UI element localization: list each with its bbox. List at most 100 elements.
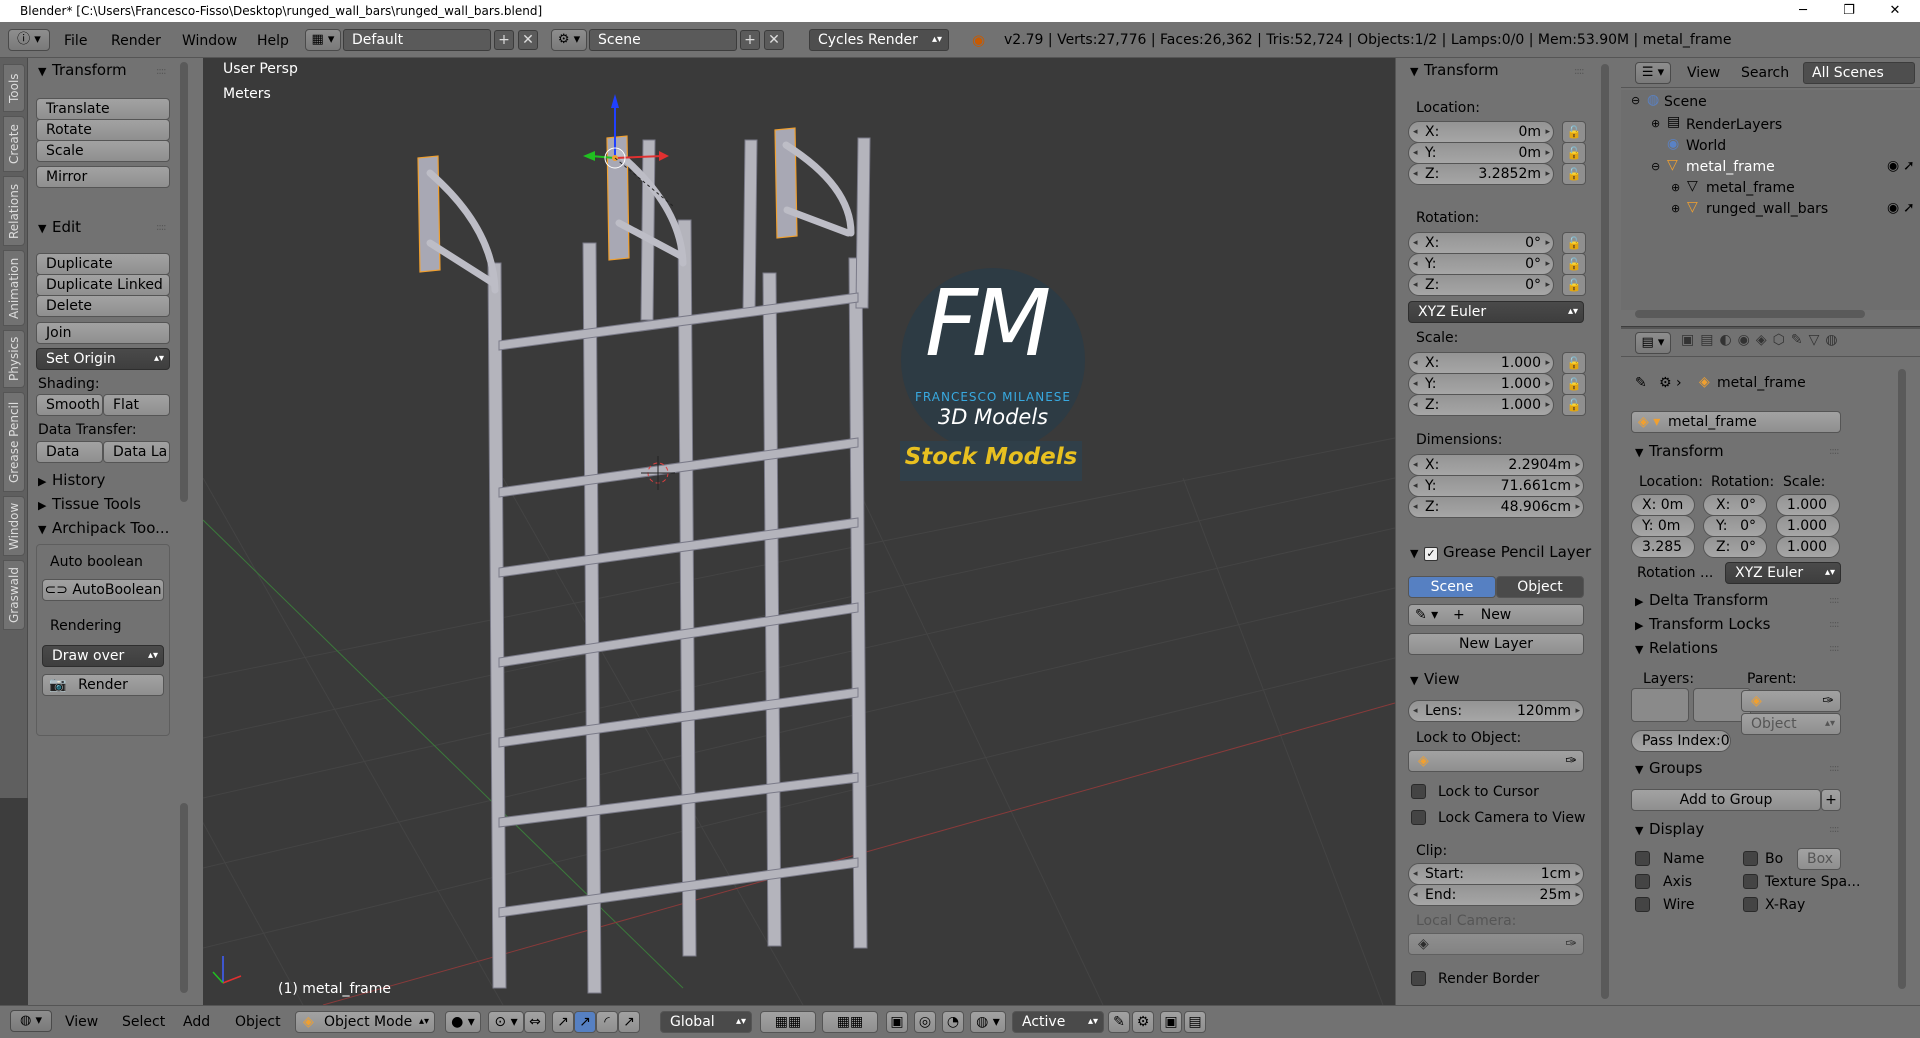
outliner-item-metal-frame[interactable]: metal_frame xyxy=(1686,159,1775,175)
drag-handle-icon[interactable]: :::: xyxy=(156,66,167,77)
render-button[interactable]: 📷 Render xyxy=(42,674,164,696)
flat-button[interactable]: Flat xyxy=(103,394,170,416)
display-wire-checkbox[interactable] xyxy=(1635,897,1650,912)
opengl-render-icon[interactable]: ⚙ xyxy=(1132,1011,1154,1033)
rotation-y-field[interactable]: ◂ Y: 0° ▸ xyxy=(1408,253,1554,275)
props-loc-x[interactable]: X: 0m xyxy=(1631,494,1695,516)
drag-handle-icon[interactable]: :::: xyxy=(1829,619,1840,630)
gp-new-layer-button[interactable]: New Layer xyxy=(1408,633,1584,655)
props-rot-y[interactable]: Y: 0° xyxy=(1703,515,1767,537)
close-icon[interactable]: ✕ xyxy=(1872,0,1918,22)
tab-create[interactable]: Create xyxy=(3,116,25,172)
render-engine-select[interactable]: Cycles Render ▴▾ xyxy=(809,29,949,51)
join-button[interactable]: Join xyxy=(36,322,170,344)
eyedropper-icon[interactable]: ✑ xyxy=(1565,751,1577,771)
scene-icon[interactable]: ⚙ ▾ xyxy=(551,29,587,51)
rotation-x-field[interactable]: ◂ X: 0° ▸ xyxy=(1408,232,1554,254)
drag-handle-icon[interactable]: :::: xyxy=(1829,763,1840,774)
history-panel-header[interactable]: ▶ History xyxy=(38,471,105,489)
menu-view[interactable]: View xyxy=(65,1014,98,1030)
clip-end-field[interactable]: ◂ End: 25m ▸ xyxy=(1408,884,1584,906)
location-x-field[interactable]: ◂ X: 0m ▸ xyxy=(1408,121,1554,143)
tool-shelf-scrollbar[interactable] xyxy=(180,62,188,502)
drag-handle-icon[interactable]: :::: xyxy=(1829,824,1840,835)
rotate-button[interactable]: Rotate xyxy=(36,119,170,141)
lock-camera-checkbox[interactable] xyxy=(1411,810,1426,825)
add-layout-icon[interactable]: + xyxy=(494,30,514,50)
tab-grease-pencil[interactable]: Grease Pencil xyxy=(3,392,25,492)
smooth-button[interactable]: Smooth xyxy=(36,394,103,416)
edit-panel-header[interactable]: ▼ Edit xyxy=(38,218,81,236)
groups-header[interactable]: ▼ Groups xyxy=(1635,759,1702,777)
shading-select[interactable]: ● ▾ xyxy=(445,1011,481,1033)
autoboolean-button[interactable]: ⊂⊃ AutoBoolean xyxy=(42,579,164,601)
rotate-manipulator-icon[interactable]: ↗ xyxy=(574,1011,596,1033)
lock-icon[interactable]: 🔓 xyxy=(1562,142,1586,164)
lock-icon[interactable]: 🔓 xyxy=(1562,352,1586,374)
menu-file[interactable]: File xyxy=(64,33,87,49)
3d-viewport[interactable]: User Persp Meters (1) metal_frame FM FRA… xyxy=(203,58,1395,1005)
props-transform-header[interactable]: ▼ Transform xyxy=(1635,442,1724,460)
gp-new-button[interactable]: ✎ ▾ + New xyxy=(1408,604,1584,626)
maximize-icon[interactable]: ❐ xyxy=(1826,0,1872,22)
tissue-tools-panel-header[interactable]: ▶ Tissue Tools xyxy=(38,495,141,513)
display-texture-space-checkbox[interactable] xyxy=(1743,874,1758,889)
duplicate-button[interactable]: Duplicate xyxy=(36,253,170,275)
properties-context-tabs[interactable]: ▣▤◐◉◈⬡✎▽◍ xyxy=(1681,332,1844,348)
display-name-checkbox[interactable] xyxy=(1635,851,1650,866)
orientation-select[interactable]: Global ▴▾ xyxy=(660,1011,752,1033)
lock-icon[interactable]: 🔓 xyxy=(1562,394,1586,416)
view-panel-header[interactable]: ▼ View xyxy=(1410,670,1460,688)
outliner-item-renderlayers[interactable]: RenderLayers xyxy=(1686,117,1782,133)
tab-physics[interactable]: Physics xyxy=(3,330,25,388)
outliner-item-mesh[interactable]: metal_frame xyxy=(1706,180,1795,196)
display-header[interactable]: ▼ Display xyxy=(1635,820,1704,838)
object-name-field[interactable]: ◈ ▾ metal_frame xyxy=(1631,411,1841,433)
manipulator-icon[interactable]: ⇔ xyxy=(524,1011,546,1033)
draw-over-select[interactable]: Draw over ▴▾ xyxy=(42,645,164,667)
eyedropper-icon[interactable]: ✑ xyxy=(1822,691,1834,711)
menu-add[interactable]: Add xyxy=(183,1014,210,1030)
menu-render[interactable]: Render xyxy=(111,33,161,49)
eye-icon[interactable]: ◉ xyxy=(1887,158,1899,174)
lock-to-cursor-checkbox[interactable] xyxy=(1411,784,1426,799)
collapse-icon[interactable]: ⊖ xyxy=(1651,160,1660,173)
grease-pencil-layer-header[interactable]: ▼ ✓ Grease Pencil Layer xyxy=(1410,543,1591,561)
outliner-display-mode[interactable]: All Scenes xyxy=(1803,62,1915,84)
lock-icon[interactable]: 🔓 xyxy=(1562,232,1586,254)
tab-tools[interactable]: Tools xyxy=(3,64,25,112)
add-group-plus-icon[interactable]: + xyxy=(1821,789,1841,811)
mode-select[interactable]: ◈ Object Mode ▴▾ xyxy=(295,1011,435,1033)
drag-handle-icon[interactable]: :::: xyxy=(1829,643,1840,654)
archipack-panel-header[interactable]: ▼ Archipack Too... xyxy=(38,519,169,537)
bounds-type-select[interactable]: Box xyxy=(1797,848,1841,870)
scale-z-field[interactable]: ◂ Z: 1.000 ▸ xyxy=(1408,394,1554,416)
transform-locks-header[interactable]: ▶ Transform Locks xyxy=(1635,615,1770,633)
lock-layers-icon[interactable]: ▣ xyxy=(886,1011,908,1033)
expand-icon[interactable]: ⊕ xyxy=(1651,117,1660,130)
parent-type-select[interactable]: Object ▴▾ xyxy=(1741,713,1841,735)
outliner-item-runged-wall-bars[interactable]: runged_wall_bars xyxy=(1706,201,1828,217)
dimensions-z-field[interactable]: ◂ Z: 48.906cm ▸ xyxy=(1408,496,1584,518)
tool-shelf-scrollbar-lower[interactable] xyxy=(180,803,188,993)
render-image-icon[interactable]: ▣ xyxy=(1160,1011,1182,1033)
render-animation-icon[interactable]: ▤ xyxy=(1184,1011,1206,1033)
menu-object[interactable]: Object xyxy=(235,1014,281,1030)
props-loc-y[interactable]: Y: 0m xyxy=(1631,515,1695,537)
menu-help[interactable]: Help xyxy=(257,33,289,49)
props-scale-y[interactable]: 1.000 xyxy=(1776,515,1840,537)
display-axis-checkbox[interactable] xyxy=(1635,874,1650,889)
viewport-editor-icon[interactable]: ◍ ▾ xyxy=(10,1010,52,1032)
arc-manipulator-icon[interactable]: ◜ xyxy=(596,1011,618,1033)
props-loc-z[interactable]: 3.285 xyxy=(1631,536,1695,558)
editor-type-button[interactable]: ⓘ ▾ xyxy=(8,29,50,51)
parent-field[interactable]: ◈ ✑ xyxy=(1741,690,1841,712)
pivot-select[interactable]: ⊙ ▾ xyxy=(488,1011,524,1033)
lock-icon[interactable]: 🔓 xyxy=(1562,274,1586,296)
collapse-icon[interactable]: ⊖ xyxy=(1631,94,1640,107)
expand-icon[interactable]: ⊕ xyxy=(1671,181,1680,194)
display-xray-checkbox[interactable] xyxy=(1743,897,1758,912)
cursor-select-icon[interactable]: ➚ xyxy=(1903,158,1915,174)
menu-window[interactable]: Window xyxy=(182,33,237,49)
translate-button[interactable]: Translate xyxy=(36,98,170,120)
